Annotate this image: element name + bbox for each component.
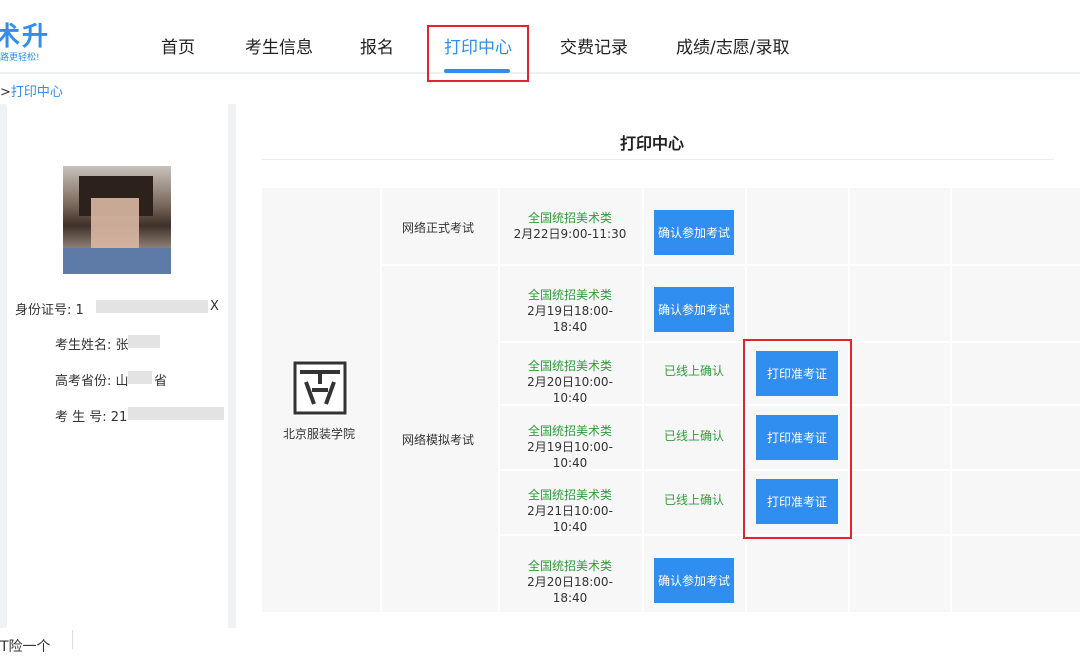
footer-divider (72, 630, 73, 649)
id-number-label: 身份证号: 1 (15, 303, 84, 318)
school-logo-icon (292, 360, 348, 416)
highlight-box-nav (427, 25, 529, 82)
redaction-mask (128, 371, 152, 384)
breadcrumb: >打印中心 (0, 81, 63, 100)
nav-home[interactable]: 首页 (161, 33, 195, 58)
exam-cell: 全国统招美术类 2月19日18:00-18:40 (527, 288, 613, 334)
sidebar-right-shade (228, 104, 236, 628)
breadcrumb-separator: > (0, 85, 11, 100)
exam-cell: 全国统招美术类 2月20日18:00-18:40 (527, 559, 613, 605)
nav-student-info[interactable]: 考生信息 (245, 33, 313, 58)
id-number-tail: X (210, 299, 219, 314)
status-confirmed: 已线上确认 (663, 493, 724, 507)
redaction-mask (128, 407, 224, 420)
page-title: 打印中心 (620, 134, 685, 153)
top-navigation-bar: 术升 路更轻松! 首页 考生信息 报名 打印中心 交费记录 成绩/志愿/录取 (0, 0, 1080, 74)
status-confirmed: 已线上确认 (663, 364, 724, 378)
mock-exam-label: 网络模拟考试 (402, 433, 475, 447)
redaction-mask (96, 300, 208, 313)
exam-cell: 全国统招美术类 2月22日9:00-11:30 (513, 211, 627, 241)
school-name: 北京服装学院 (283, 427, 356, 441)
footer-fragment: T险一个 (0, 639, 51, 655)
title-divider (262, 159, 1054, 160)
nav-scores-admission[interactable]: 成绩/志愿/录取 (676, 33, 789, 58)
exam-cell: 全国统招美术类 2月20日10:00-10:40 (527, 359, 613, 405)
nav-payment-records[interactable]: 交费记录 (560, 33, 628, 58)
student-name-label: 考生姓名: 张 (55, 338, 129, 353)
avatar (63, 166, 171, 274)
exam-cell: 全国统招美术类 2月19日10:00-10:40 (527, 424, 613, 470)
breadcrumb-current[interactable]: 打印中心 (11, 85, 63, 100)
highlight-box-print-buttons (743, 339, 852, 539)
confirm-attend-button[interactable]: 确认参加考试 (654, 287, 734, 332)
nav-registration[interactable]: 报名 (360, 33, 394, 58)
exam-cell: 全国统招美术类 2月21日10:00-10:40 (527, 488, 613, 534)
site-logo[interactable]: 术升 路更轻松! (0, 16, 70, 66)
student-number-label: 考 生 号: 21 (55, 410, 128, 425)
logo-slogan: 路更轻松! (0, 53, 40, 63)
confirm-attend-button[interactable]: 确认参加考试 (654, 210, 734, 255)
formal-exam-label: 网络正式考试 (402, 221, 475, 235)
logo-text: 术升 (0, 22, 51, 52)
province-tail: 省 (154, 374, 168, 389)
province-label: 高考省份: 山 (55, 374, 129, 389)
redaction-mask (128, 335, 160, 348)
confirm-attend-button[interactable]: 确认参加考试 (654, 558, 734, 603)
status-confirmed: 已线上确认 (663, 429, 724, 443)
